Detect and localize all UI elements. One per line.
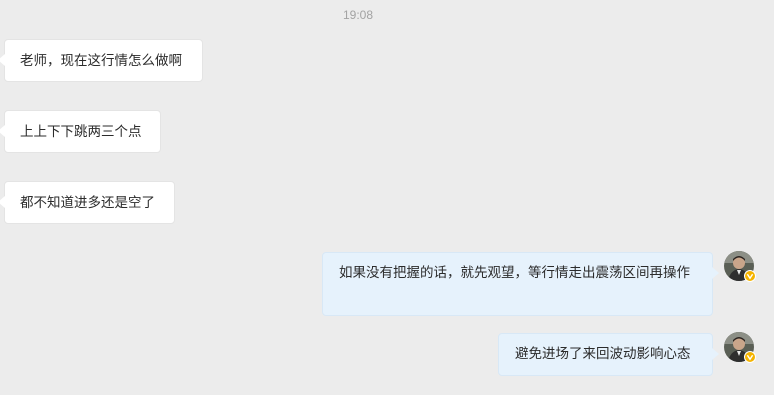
- sender-avatar[interactable]: [724, 332, 756, 363]
- verified-badge-icon: [744, 270, 756, 282]
- outgoing-message-bubble[interactable]: 如果没有把握的话，就先观望，等行情走出震荡区间再操作: [322, 252, 719, 316]
- message-text: 上上下下跳两三个点: [20, 124, 142, 140]
- message-text: 避免进场了来回波动影响心态: [515, 346, 691, 362]
- sender-avatar[interactable]: [724, 251, 756, 282]
- incoming-message-bubble[interactable]: 上上下下跳两三个点: [0, 110, 161, 153]
- message-text: 老师，现在这行情怎么做啊: [20, 53, 182, 69]
- verified-badge-icon: [744, 351, 756, 363]
- message-text: 都不知道进多还是空了: [20, 195, 155, 211]
- outgoing-message-bubble[interactable]: 避免进场了来回波动影响心态: [498, 333, 719, 376]
- incoming-message-bubble[interactable]: 老师，现在这行情怎么做啊: [0, 39, 203, 82]
- incoming-message-bubble[interactable]: 都不知道进多还是空了: [0, 181, 175, 224]
- message-timestamp: 19:08: [342, 8, 374, 22]
- message-text: 如果没有把握的话，就先观望，等行情走出震荡区间再操作: [339, 265, 690, 281]
